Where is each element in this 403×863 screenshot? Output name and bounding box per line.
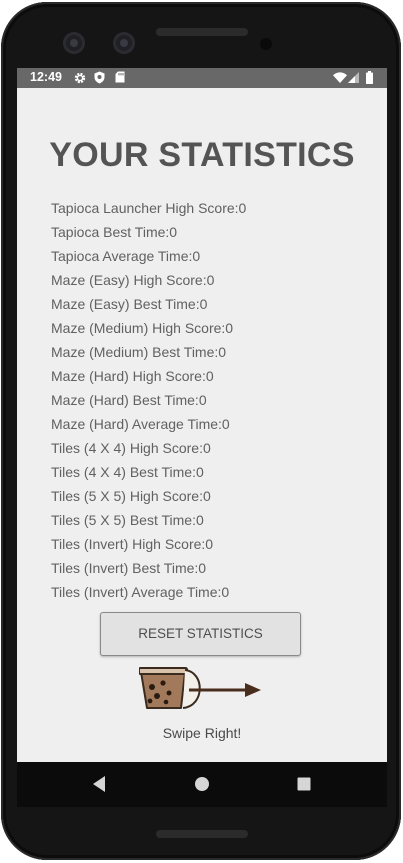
back-icon[interactable]	[91, 775, 107, 793]
stat-tiles-5x5-high-score: Tiles (5 X 5) High Score:0	[51, 488, 211, 504]
stat-maze-hard-average-time: Maze (Hard) Average Time:0	[51, 416, 230, 432]
swipe-hint-text: Swipe Right!	[162, 725, 242, 741]
status-time: 12:49	[30, 70, 62, 84]
recents-icon[interactable]	[296, 775, 312, 793]
stat-tiles-invert-best-time: Tiles (Invert) Best Time:0	[51, 560, 207, 576]
stat-maze-medium-high-score: Maze (Medium) High Score:0	[51, 320, 234, 336]
stat-tapioca-launcher-high-score: Tapioca Launcher High Score:0	[51, 200, 247, 216]
stat-maze-hard-high-score: Maze (Hard) High Score:0	[51, 368, 214, 384]
battery-icon	[366, 71, 373, 84]
front-camera-icon	[63, 32, 85, 54]
page-title: YOUR STATISTICS	[49, 136, 355, 174]
reset-statistics-button[interactable]: RESET STATISTICS	[100, 612, 301, 656]
stat-tiles-invert-average-time: Tiles (Invert) Average Time:0	[51, 584, 230, 600]
shield-icon	[94, 71, 105, 84]
sd-card-icon	[115, 71, 125, 83]
status-bar: 12:49	[17, 68, 387, 88]
navigation-bar	[17, 762, 387, 807]
screen: 12:49 YOUR STATISTICS Tapioca Launcher H…	[17, 68, 387, 807]
bottom-speaker	[156, 830, 248, 838]
stat-tiles-invert-high-score: Tiles (Invert) High Score:0	[51, 536, 214, 552]
stat-maze-hard-best-time: Maze (Hard) Best Time:0	[51, 392, 207, 408]
stat-tapioca-average-time: Tapioca Average Time:0	[51, 248, 201, 264]
stat-tiles-4x4-high-score: Tiles (4 X 4) High Score:0	[51, 440, 211, 456]
stat-maze-medium-best-time: Maze (Medium) Best Time:0	[51, 344, 227, 360]
stat-tiles-5x5-best-time: Tiles (5 X 5) Best Time:0	[51, 512, 204, 528]
boba-cup-arrow-icon	[139, 667, 261, 709]
stat-tapioca-best-time: Tapioca Best Time:0	[51, 224, 178, 240]
wifi-icon	[333, 72, 347, 83]
front-camera-icon	[113, 32, 135, 54]
stat-maze-easy-best-time: Maze (Easy) Best Time:0	[51, 296, 208, 312]
phone-frame: 12:49 YOUR STATISTICS Tapioca Launcher H…	[1, 2, 401, 860]
signal-icon	[348, 72, 359, 83]
gear-icon	[74, 72, 86, 84]
home-icon[interactable]	[194, 775, 210, 793]
stat-maze-easy-high-score: Maze (Easy) High Score:0	[51, 272, 215, 288]
earpiece-speaker	[156, 28, 248, 36]
stat-tiles-4x4-best-time: Tiles (4 X 4) Best Time:0	[51, 464, 204, 480]
proximity-sensor	[260, 38, 272, 50]
statistics-page: YOUR STATISTICS Tapioca Launcher High Sc…	[17, 88, 387, 762]
